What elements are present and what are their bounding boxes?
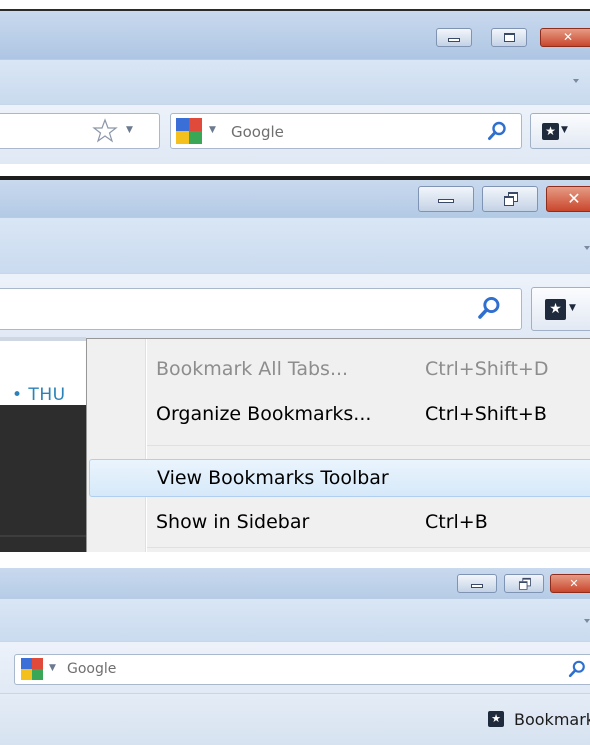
title-bar: ✕	[0, 568, 590, 598]
restore-button[interactable]	[482, 186, 538, 212]
menu-item-bookmark-all-tabs: Bookmark All Tabs... Ctrl+Shift+D	[87, 352, 590, 386]
magnifier-icon[interactable]	[477, 296, 501, 325]
title-bar: ✕	[0, 11, 590, 59]
maximize-button[interactable]	[491, 28, 527, 47]
magnifier-icon[interactable]	[568, 660, 586, 683]
page-dark-region	[0, 405, 86, 552]
tab-list-arrow-icon[interactable]	[573, 79, 579, 83]
minimize-icon	[448, 38, 460, 42]
navigation-toolbar: ▼ ▼ Google ★ ▼	[0, 104, 590, 164]
menu-item-shortcut: Ctrl+B	[425, 511, 488, 533]
bookmarks-dropdown-icon: ▼	[561, 125, 568, 135]
bookmarks-menu-button[interactable]: ★ ▼	[531, 287, 590, 331]
minimize-button[interactable]	[418, 186, 474, 212]
tab-list-arrow-icon[interactable]	[584, 246, 590, 250]
menu-item-label: Organize Bookmarks...	[156, 403, 372, 425]
menu-item-label: View Bookmarks Toolbar	[157, 467, 389, 489]
restore-icon	[504, 192, 518, 206]
menu-item-label: Show in Sidebar	[156, 511, 310, 533]
star-icon[interactable]	[92, 118, 118, 149]
search-input[interactable]: ▼ Google	[170, 113, 522, 149]
google-icon	[176, 118, 202, 144]
page-nav-link[interactable]: • THU	[12, 385, 66, 405]
bookmarks-dropdown-icon: ▼	[569, 303, 576, 313]
search-engine-dropdown-icon[interactable]: ▼	[49, 663, 56, 673]
tab-strip	[0, 217, 590, 274]
url-bar[interactable]: ▼	[0, 113, 160, 149]
url-dropdown-icon[interactable]: ▼	[126, 125, 133, 135]
menu-item-shortcut: Ctrl+Shift+B	[425, 403, 547, 425]
navigation-toolbar: ▼ Google	[0, 641, 590, 694]
magnifier-icon[interactable]	[487, 121, 507, 146]
bookmarks-menu-icon: ★	[545, 299, 566, 320]
search-input[interactable]	[0, 288, 522, 330]
close-button[interactable]: ✕	[550, 574, 590, 593]
bookmarks-dropdown-menu: Bookmark All Tabs... Ctrl+Shift+D Organi…	[86, 338, 590, 552]
minimize-icon	[438, 199, 454, 203]
menu-item-shortcut: Ctrl+Shift+D	[425, 358, 549, 380]
bookmarks-toolbar: ★ Bookmark	[0, 693, 590, 745]
page-divider	[0, 535, 86, 537]
bookmarks-toolbar-item[interactable]: ★ Bookmark	[488, 708, 590, 732]
screenshot-panel-2: ✕ ★ ▼ • THU Bookmark All Tabs... Ctrl+Sh…	[0, 173, 590, 552]
restore-icon	[518, 577, 531, 590]
search-placeholder: Google	[67, 661, 117, 677]
close-button[interactable]: ✕	[546, 186, 590, 212]
google-icon	[21, 658, 43, 680]
bookmarks-menu-icon: ★	[542, 123, 559, 140]
tab-list-arrow-icon[interactable]	[584, 619, 590, 623]
search-placeholder: Google	[231, 123, 284, 141]
menu-item-view-bookmarks-toolbar[interactable]: View Bookmarks Toolbar	[89, 459, 590, 497]
minimize-button[interactable]	[457, 574, 497, 593]
page-header-strip	[0, 337, 86, 341]
menu-separator	[147, 445, 590, 446]
navigation-toolbar: ★ ▼	[0, 273, 590, 338]
screenshot-panel-1: ✕ ▼ ▼ Google ★ ▼	[0, 0, 590, 164]
close-button[interactable]: ✕	[540, 28, 590, 47]
menu-item-organize-bookmarks[interactable]: Organize Bookmarks... Ctrl+Shift+B	[87, 397, 590, 431]
close-icon: ✕	[567, 189, 581, 208]
search-engine-dropdown-icon[interactable]: ▼	[209, 125, 216, 135]
close-icon: ✕	[569, 577, 579, 590]
screenshot-panel-3: ✕ ▼ Google ★ Bookmark	[0, 568, 590, 745]
tab-strip	[0, 59, 590, 105]
title-bar: ✕	[0, 180, 590, 217]
minimize-icon	[471, 584, 483, 588]
close-icon: ✕	[562, 30, 574, 44]
menu-separator	[147, 547, 590, 548]
bookmarks-menu-icon: ★	[488, 711, 504, 727]
menu-item-label: Bookmark All Tabs...	[156, 358, 349, 380]
bookmarks-menu-button[interactable]: ★ ▼	[530, 113, 590, 149]
maximize-icon	[504, 33, 515, 42]
bookmarks-toolbar-label: Bookmark	[514, 710, 590, 729]
minimize-button[interactable]	[436, 28, 472, 47]
tab-strip	[0, 598, 590, 642]
search-input[interactable]: ▼ Google	[14, 654, 590, 685]
menu-item-show-in-sidebar[interactable]: Show in Sidebar Ctrl+B	[87, 505, 590, 539]
restore-button[interactable]	[504, 574, 544, 593]
